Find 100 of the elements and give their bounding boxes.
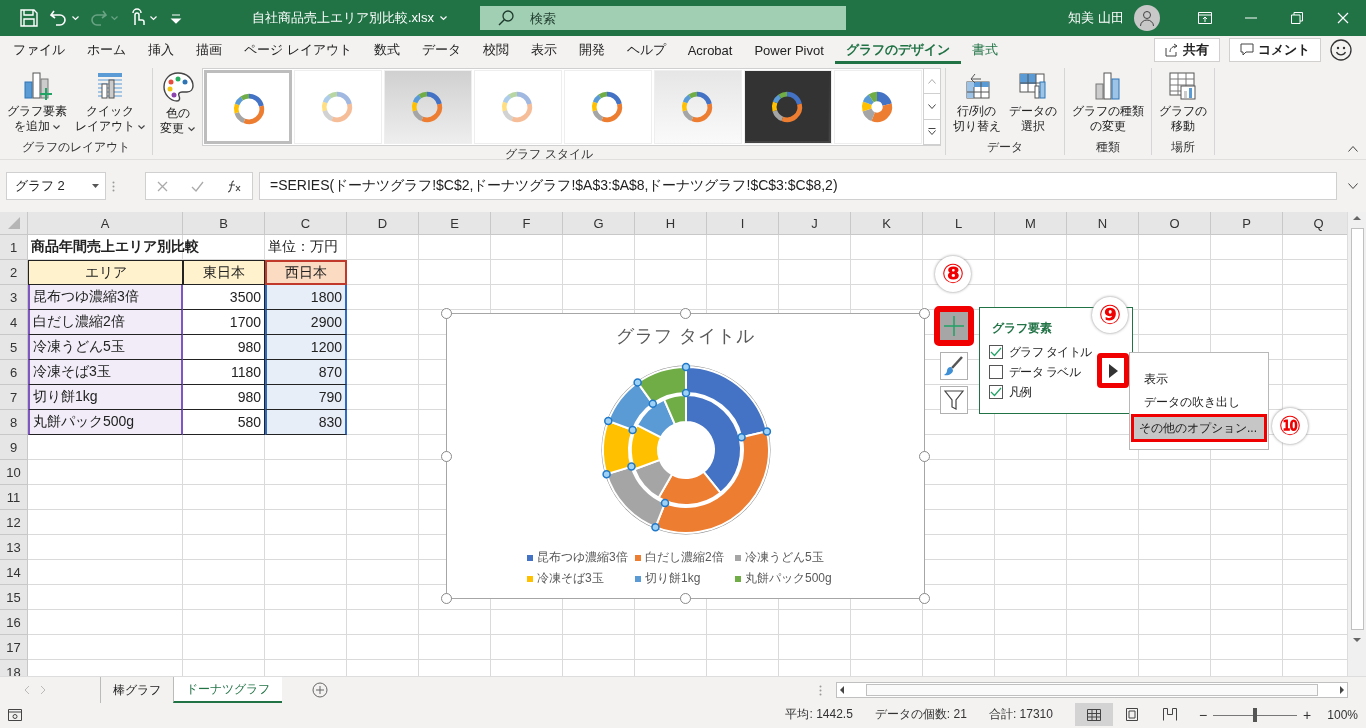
row-header[interactable]: 11	[0, 485, 28, 510]
ribbon-tab[interactable]: Acrobat	[676, 36, 744, 64]
ribbon-tab[interactable]: 表示	[519, 36, 568, 64]
expand-icon[interactable]	[1348, 183, 1358, 189]
menu-item[interactable]: その他のオプション...	[1131, 414, 1267, 442]
resize-handle[interactable]	[919, 308, 930, 319]
zoom-level[interactable]: 100%	[1327, 707, 1358, 722]
ribbon-tab[interactable]: データ	[410, 36, 472, 64]
chart-styles-button[interactable]	[940, 352, 968, 380]
submenu-arrow-button[interactable]	[1097, 353, 1129, 388]
ribbon-tab[interactable]: ホーム	[76, 36, 137, 64]
macro-record-icon[interactable]	[8, 708, 22, 721]
resize-handle[interactable]	[441, 450, 452, 462]
ribbon-tab[interactable]: 挿入	[137, 36, 185, 64]
data-point-handle[interactable]	[651, 522, 660, 532]
sheet-tab[interactable]: ドーナツグラフ	[173, 677, 282, 703]
resize-handle[interactable]	[680, 593, 691, 604]
chart-filters-button[interactable]	[940, 386, 968, 414]
row-header[interactable]: 17	[0, 635, 28, 660]
row-header[interactable]: 13	[0, 535, 28, 560]
row-header[interactable]: 1	[0, 235, 28, 260]
data-point-handle[interactable]	[660, 498, 670, 508]
checkbox-label[interactable]: グラフ タイトル	[1009, 343, 1092, 361]
name-box[interactable]: グラフ 2	[6, 172, 106, 200]
data-point-handle[interactable]	[633, 378, 642, 387]
donut-segment[interactable]	[633, 458, 674, 499]
search-field[interactable]: 検索	[480, 6, 846, 30]
cancel-icon[interactable]	[157, 180, 169, 192]
vertical-scrollbar[interactable]	[1347, 212, 1366, 676]
zoom-in-button[interactable]: +	[1303, 706, 1312, 723]
data-point-handle[interactable]	[604, 416, 613, 426]
share-button[interactable]: 共有	[1154, 38, 1220, 62]
select-data-button[interactable]: データの 選択	[1005, 68, 1060, 136]
change-chart-type-button[interactable]: グラフの種類 の変更	[1068, 68, 1147, 136]
ribbon-tab[interactable]: 開発	[567, 36, 616, 64]
menu-item[interactable]: 表示	[1130, 368, 1268, 391]
normal-view-button[interactable]	[1074, 703, 1113, 726]
row-header[interactable]: 7	[0, 385, 28, 410]
checkbox-label[interactable]: 凡例	[1009, 383, 1032, 401]
resize-handle[interactable]	[919, 450, 930, 462]
donut-segment[interactable]	[663, 394, 687, 426]
donut-segment[interactable]	[685, 394, 742, 494]
row-header[interactable]: 5	[0, 335, 28, 360]
donut-segment[interactable]	[636, 398, 676, 439]
function-icon[interactable]	[226, 179, 241, 193]
row-header[interactable]: 12	[0, 510, 28, 535]
ribbon-tab[interactable]: 校閲	[471, 36, 520, 64]
menu-item[interactable]: データの吹き出し	[1130, 391, 1268, 414]
ribbon-tab[interactable]: 描画	[185, 36, 233, 64]
move-chart-button[interactable]: グラフの 移動	[1155, 68, 1210, 136]
switch-row-column-button[interactable]: 行/列の 切り替え	[949, 68, 1004, 136]
add-chart-element-button[interactable]: グラフ要素 を追加	[4, 68, 70, 136]
zoom-out-button[interactable]: −	[1198, 706, 1208, 723]
zoom-slider-thumb[interactable]	[1253, 707, 1258, 722]
ribbon-tab[interactable]: Power Pivot	[743, 36, 835, 64]
data-point-handle[interactable]	[627, 462, 636, 471]
quick-layout-button[interactable]: クイック レイアウト	[72, 68, 149, 136]
ribbon-tab[interactable]: 数式	[362, 36, 411, 64]
data-point-handle[interactable]	[648, 399, 658, 408]
check-icon[interactable]	[191, 180, 204, 192]
row-header[interactable]: 6	[0, 360, 28, 385]
data-point-handle[interactable]	[681, 388, 691, 398]
formula-field[interactable]: =SERIES(ドーナツグラフ!$C$2,ドーナツグラフ!$A$3:$A$8,ドーナツグラフ!$C$3:$C$8,2)	[259, 172, 1337, 200]
change-colors-button[interactable]: 色の 変更	[157, 68, 198, 138]
checkbox[interactable]	[989, 345, 1003, 359]
data-point-handle[interactable]	[737, 432, 746, 442]
donut-segment[interactable]	[630, 424, 663, 471]
resize-handle[interactable]	[441, 593, 452, 604]
ribbon-tab[interactable]: 書式	[960, 36, 1009, 64]
resize-handle[interactable]	[919, 593, 930, 604]
ribbon-tab[interactable]: ページ レイアウト	[233, 36, 363, 64]
row-header[interactable]: 4	[0, 310, 28, 335]
row-header[interactable]: 2	[0, 260, 28, 285]
row-header[interactable]: 9	[0, 435, 28, 460]
row-header[interactable]: 10	[0, 460, 28, 485]
chart-style-thumbnail[interactable]	[203, 70, 292, 144]
row-header[interactable]: 8	[0, 410, 28, 435]
checkbox-label[interactable]: データ ラベル	[1009, 363, 1081, 381]
data-point-handle[interactable]	[762, 427, 772, 436]
comment-button[interactable]: コメント	[1229, 38, 1321, 62]
horizontal-scrollbar[interactable]	[836, 682, 1348, 698]
ribbon-tab[interactable]: ファイル	[2, 36, 76, 64]
data-point-handle[interactable]	[628, 425, 637, 435]
add-sheet-icon[interactable]	[312, 682, 328, 698]
checkbox[interactable]	[989, 365, 1003, 379]
scrollbar-thumb[interactable]	[866, 684, 1318, 696]
data-point-handle[interactable]	[602, 469, 611, 479]
row-header[interactable]: 3	[0, 285, 28, 310]
row-header[interactable]: 16	[0, 610, 28, 635]
smiley-icon[interactable]	[1330, 39, 1352, 61]
chart-area[interactable]: グラフ タイトル 昆布つゆ濃縮3倍 白だし濃縮2倍 冷凍うどん5玉 冷凍そば3玉 切り餅1kg 丸餅パック500g	[446, 313, 925, 599]
checkbox[interactable]	[989, 385, 1003, 399]
avatar[interactable]	[1134, 5, 1160, 31]
data-point-handle[interactable]	[681, 362, 691, 372]
row-header[interactable]: 15	[0, 585, 28, 610]
resize-handle[interactable]	[441, 308, 452, 319]
resize-handle[interactable]	[680, 308, 691, 319]
row-header[interactable]: 14	[0, 560, 28, 585]
donut-segment[interactable]	[657, 470, 722, 506]
ribbon-tab[interactable]: ヘルプ	[615, 36, 677, 64]
